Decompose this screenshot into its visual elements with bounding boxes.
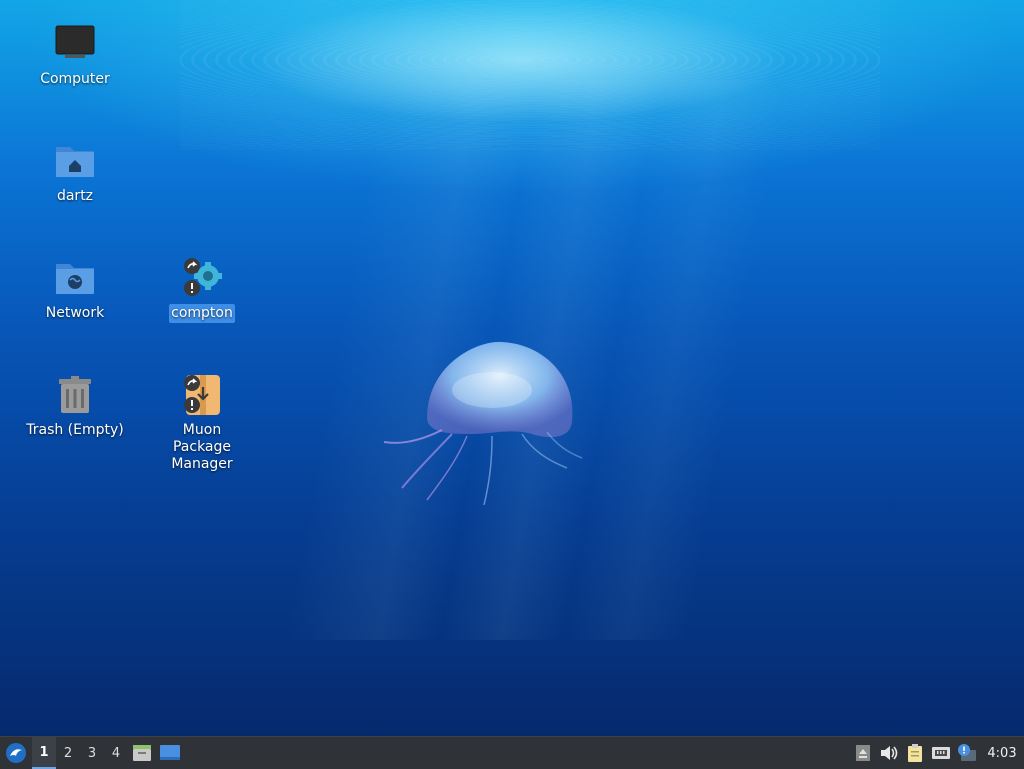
lubuntu-logo-icon — [6, 743, 26, 763]
desktop-icon-label: Trash (Empty) — [26, 422, 124, 438]
show-desktop-button[interactable] — [156, 737, 184, 769]
tray-eject-button[interactable] — [850, 737, 876, 769]
clipboard-icon — [908, 744, 922, 762]
eject-icon — [856, 745, 870, 761]
workspace-4-button[interactable]: 4 — [104, 737, 128, 769]
desktop-icon-label: dartz — [56, 188, 94, 204]
file-manager-launcher[interactable] — [128, 737, 156, 769]
desktop-icon-trash[interactable]: Trash (Empty) — [23, 373, 127, 440]
desktop-icon — [160, 745, 180, 760]
workspace-1-button[interactable]: 1 — [32, 737, 56, 769]
tray-network-button[interactable] — [928, 737, 954, 769]
desktop-icon-home-folder[interactable]: dartz — [23, 139, 127, 206]
volume-icon — [881, 746, 898, 760]
desktop-icon-label: Network — [45, 305, 105, 321]
wired-network-icon — [932, 747, 950, 759]
clock[interactable]: 4:03 — [980, 746, 1024, 761]
trash-icon — [53, 373, 97, 417]
taskbar: 1 2 3 4 4:03 — [0, 736, 1024, 769]
desktop-icon-muon-package-manager[interactable]: Muon Package Manager — [150, 373, 254, 474]
desktop-icon-compton[interactable]: compton — [150, 256, 254, 323]
desktop-icon-computer[interactable]: Computer — [23, 22, 127, 89]
tray-volume-button[interactable] — [876, 737, 902, 769]
network-folder-icon — [53, 256, 97, 300]
compton-launcher-icon — [180, 256, 224, 300]
package-manager-icon — [180, 373, 224, 417]
desktop-icon-label: Muon Package Manager — [171, 422, 233, 472]
desktop-icon-network[interactable]: Network — [23, 256, 127, 323]
start-menu-button[interactable] — [0, 737, 32, 769]
desktop-icon-label: compton — [169, 304, 235, 323]
workspace-3-button[interactable]: 3 — [80, 737, 104, 769]
workspace-2-button[interactable]: 2 — [56, 737, 80, 769]
tray-update-notifier-button[interactable] — [954, 737, 980, 769]
home-folder-icon — [53, 139, 97, 183]
desktop-background: Computer dartz Network compton Trash (Em… — [0, 0, 1024, 736]
update-notification-icon — [958, 744, 976, 761]
jellyfish-illustration — [383, 341, 583, 506]
desktop-icon-label: Computer — [40, 71, 110, 87]
file-manager-icon — [133, 745, 151, 761]
computer-icon — [53, 22, 97, 66]
tray-clipboard-button[interactable] — [902, 737, 928, 769]
